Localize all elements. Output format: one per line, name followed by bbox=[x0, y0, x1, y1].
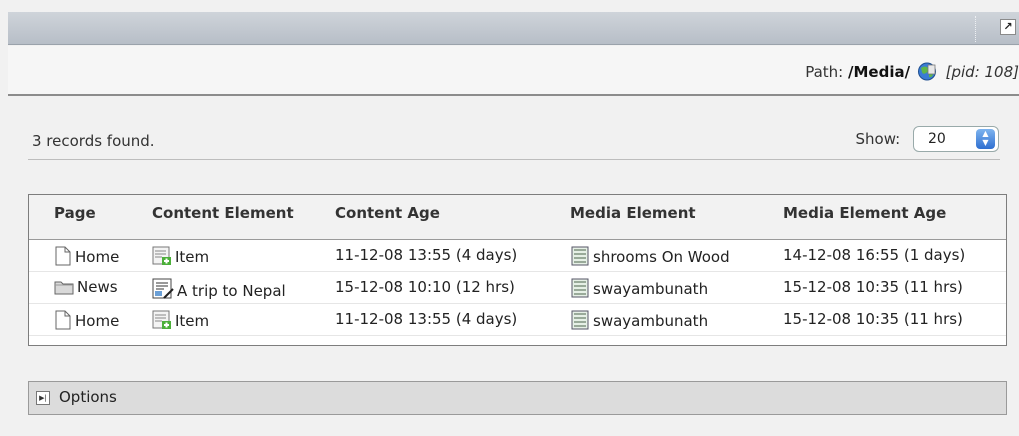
content-age-cell: 15-12-08 10:10 (12 hrs) bbox=[335, 278, 515, 296]
content-list-icon bbox=[152, 246, 171, 265]
content-element-cell[interactable]: A trip to Nepal bbox=[152, 278, 286, 300]
table-header: Page Content Element Content Age Media E… bbox=[29, 195, 1006, 240]
media-file-icon bbox=[571, 246, 589, 266]
top-toolbar: ↗ bbox=[8, 12, 1019, 45]
page-name: Home bbox=[75, 312, 120, 330]
records-per-page-value: 20 bbox=[928, 131, 946, 147]
header-media-element-age[interactable]: Media Element Age bbox=[783, 204, 946, 222]
content-element-cell[interactable]: Item bbox=[152, 310, 209, 330]
options-panel[interactable]: ▶| Options bbox=[28, 381, 1007, 415]
media-element-age-cell: 15-12-08 10:35 (11 hrs) bbox=[783, 310, 963, 328]
page-icon bbox=[55, 310, 71, 330]
options-label[interactable]: Options bbox=[59, 388, 117, 406]
content-element-name: A trip to Nepal bbox=[177, 282, 286, 300]
page-name: News bbox=[77, 278, 118, 296]
divider bbox=[28, 159, 1000, 160]
media-file-icon bbox=[571, 278, 589, 298]
header-page[interactable]: Page bbox=[54, 204, 96, 222]
content-element-cell[interactable]: Item bbox=[152, 246, 209, 266]
header-content-age[interactable]: Content Age bbox=[335, 204, 440, 222]
page-id: [pid: 108] bbox=[945, 63, 1019, 81]
header-content-element[interactable]: Content Element bbox=[152, 204, 294, 222]
content-age-cell: 11-12-08 13:55 (4 days) bbox=[335, 246, 518, 264]
select-arrows-icon: ▲ ▼ bbox=[976, 129, 995, 149]
media-element-cell[interactable]: shrooms On Wood bbox=[570, 246, 730, 266]
content-list-icon bbox=[152, 310, 171, 329]
toolbar-separator bbox=[975, 16, 977, 42]
media-element-name: swayambunath bbox=[593, 280, 709, 298]
folder-icon bbox=[54, 281, 74, 295]
media-file-icon bbox=[571, 310, 589, 330]
content-element-name: Item bbox=[175, 248, 210, 266]
path-bar: Path: /Media/ [pid: 108] bbox=[8, 46, 1019, 96]
media-element-name: swayambunath bbox=[593, 312, 709, 330]
records-per-page-select[interactable]: 20 ▲ ▼ bbox=[913, 126, 999, 152]
table-row[interactable]: News A trip to Nepal 15-12-08 10:10 (12 … bbox=[29, 272, 1006, 304]
path-value[interactable]: /Media/ bbox=[848, 63, 910, 81]
show-label: Show: bbox=[855, 130, 901, 148]
path-label: Path: bbox=[805, 63, 844, 81]
show-selector: Show: 20 ▲ ▼ bbox=[855, 126, 999, 152]
page-cell[interactable]: News bbox=[54, 278, 118, 296]
media-element-cell[interactable]: swayambunath bbox=[570, 278, 708, 298]
page-name: Home bbox=[75, 248, 120, 266]
page-cell[interactable]: Home bbox=[54, 246, 119, 266]
table-row[interactable]: Home Item 11-12-08 13:55 (4 days) swayam… bbox=[29, 304, 1006, 336]
path-display: Path: /Media/ [pid: 108] bbox=[805, 62, 1019, 81]
text-image-icon bbox=[152, 278, 174, 299]
content-element-name: Item bbox=[175, 312, 210, 330]
page-tree-globe-icon[interactable] bbox=[917, 62, 937, 81]
header-media-element[interactable]: Media Element bbox=[570, 204, 696, 222]
media-element-cell[interactable]: swayambunath bbox=[570, 310, 708, 330]
open-in-new-window-icon[interactable]: ↗ bbox=[1000, 19, 1016, 35]
table-row[interactable]: Home Item 11-12-08 13:55 (4 days) shroom… bbox=[29, 240, 1006, 272]
content-age-cell: 11-12-08 13:55 (4 days) bbox=[335, 310, 518, 328]
page-cell[interactable]: Home bbox=[54, 310, 119, 330]
media-element-age-cell: 15-12-08 10:35 (11 hrs) bbox=[783, 278, 963, 296]
media-element-name: shrooms On Wood bbox=[593, 248, 730, 266]
records-count: 3 records found. bbox=[32, 132, 155, 150]
media-element-age-cell: 14-12-08 16:55 (1 days) bbox=[783, 246, 966, 264]
page-icon bbox=[55, 246, 71, 266]
records-table: Page Content Element Content Age Media E… bbox=[28, 194, 1007, 346]
expand-toggle-icon[interactable]: ▶| bbox=[36, 391, 50, 405]
